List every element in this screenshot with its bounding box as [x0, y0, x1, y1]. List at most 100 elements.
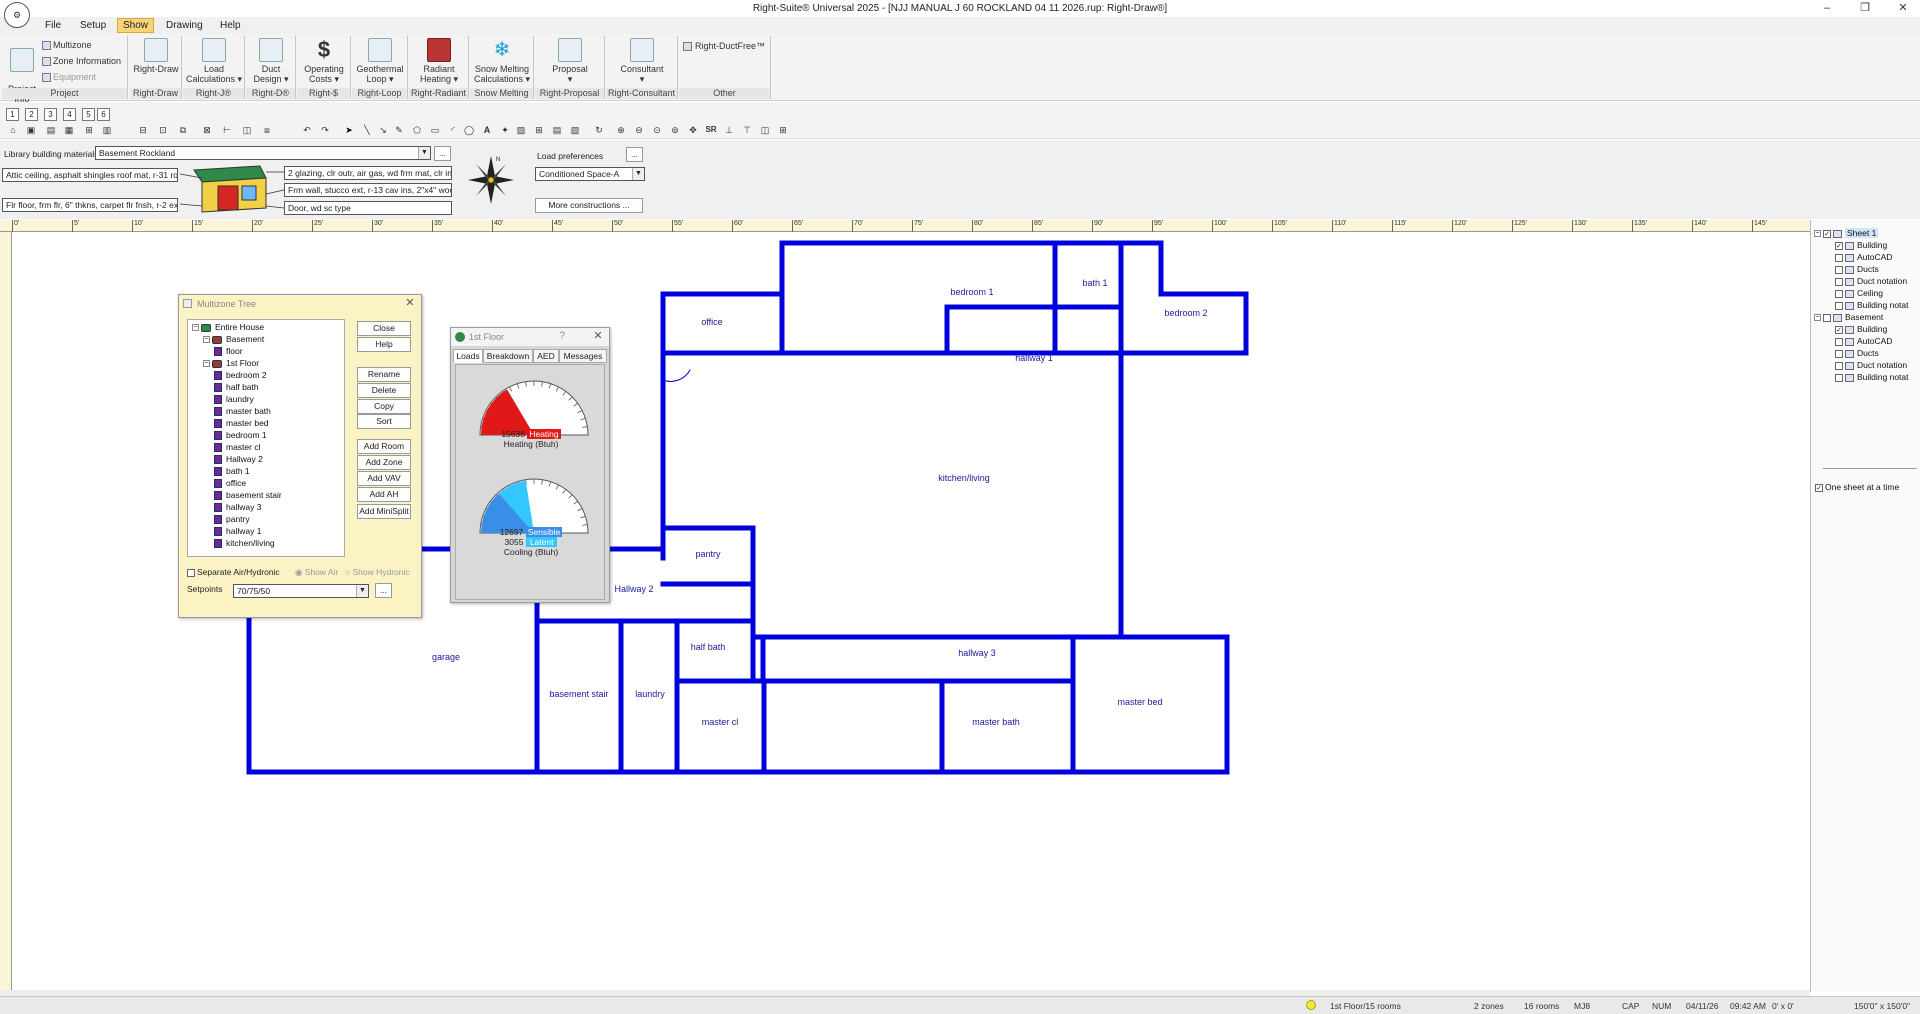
multizone-tree[interactable]: − Entire House − Basement floor −1st Floor bed… [187, 319, 345, 557]
floor-tool-icon[interactable]: ▦ [62, 124, 76, 137]
operating-costs-button[interactable]: $ Operating Costs ▾ [297, 36, 351, 85]
room-label[interactable]: half bath [691, 642, 726, 652]
room-label[interactable]: hallway 1 [1015, 353, 1053, 363]
checkbox-icon[interactable] [1823, 313, 1831, 322]
setpoints-more-button[interactable]: ... [375, 583, 392, 598]
checkbox-icon[interactable] [1835, 253, 1843, 262]
menu-show[interactable]: Show [117, 18, 155, 33]
multizone-tree-item[interactable]: kitchen/living [214, 538, 275, 549]
separate-air-hydronic-checkbox[interactable]: Separate Air/Hydronic [187, 567, 280, 577]
pan-tool-icon[interactable]: ✥ [686, 124, 700, 137]
checkbox-icon[interactable] [1835, 361, 1843, 370]
close-button[interactable]: Close [357, 321, 411, 336]
pointer-tool-icon[interactable]: ➤ [342, 124, 356, 137]
refresh-icon[interactable]: ↻ [592, 124, 606, 137]
ceiling-construction-field[interactable]: Attic ceiling, asphalt shingles roof mat… [2, 168, 178, 182]
collapse-icon[interactable]: − [192, 324, 199, 332]
radiant-heating-button[interactable]: Radiant Heating ▾ [409, 36, 469, 84]
layer-tree-item[interactable]: Ceiling [1835, 288, 1883, 298]
sheet-tab-1[interactable]: 1 [6, 108, 19, 121]
multizone-tree-item[interactable]: − 1st Floor [203, 358, 259, 368]
copy-tool-icon[interactable]: ⧈ [260, 124, 274, 137]
show-air-radio[interactable]: ◉ Show Air [295, 567, 338, 578]
multizone-tree-item[interactable]: half bath [214, 382, 259, 393]
checkbox-icon[interactable] [1835, 301, 1843, 310]
add-zone-button[interactable]: Add Zone [357, 455, 411, 470]
layer-tree-item[interactable]: − Basement [1814, 312, 1883, 322]
checkbox-icon[interactable] [1835, 265, 1843, 274]
layer-tree-item[interactable]: − ✓ Sheet 1 [1814, 228, 1879, 238]
collapse-icon[interactable]: − [203, 360, 210, 368]
tab-aed[interactable]: AED [533, 349, 559, 363]
zoom-extents-icon[interactable]: ⊚ [668, 124, 682, 137]
door-construction-field[interactable]: Door, wd sc type [284, 201, 452, 215]
window-tool-icon[interactable]: ⊞ [82, 124, 96, 137]
tab-breakdown[interactable]: Breakdown [483, 349, 533, 363]
menu-help[interactable]: Help [215, 19, 246, 32]
collapse-icon[interactable]: − [203, 336, 210, 344]
house-illustration-icon[interactable] [180, 164, 284, 216]
sort-button[interactable]: Sort [357, 414, 411, 429]
equipment-button[interactable]: Equipment [42, 72, 96, 83]
layer-tree-item[interactable]: Building notat [1835, 300, 1909, 310]
layer-tree-item[interactable]: Ducts [1835, 264, 1879, 274]
multizone-button[interactable]: Multizone [42, 40, 92, 51]
checkbox-icon[interactable]: ✓ [1835, 241, 1843, 250]
layer-tree-item[interactable]: Duct notation [1835, 276, 1907, 286]
report-tool-icon[interactable]: ▤ [550, 124, 564, 137]
menu-drawing[interactable]: Drawing [161, 19, 208, 32]
checkbox-icon[interactable]: ✓ [1835, 325, 1843, 334]
room-label[interactable]: Hallway 2 [614, 584, 653, 594]
multizone-tree-item[interactable]: laundry [214, 394, 254, 405]
tab-loads[interactable]: Loads [453, 349, 483, 363]
zoom-window-icon[interactable]: ⊙ [650, 124, 664, 137]
door-swing[interactable] [662, 369, 691, 382]
measure-tool-icon[interactable]: ⊢ [220, 124, 234, 137]
layer-tree-item[interactable]: AutoCAD [1835, 336, 1892, 346]
layer-tree-item[interactable]: ✓ Building [1835, 240, 1887, 250]
checkbox-icon[interactable] [1835, 277, 1843, 286]
delete-button[interactable]: Delete [357, 383, 411, 398]
duct-design-button[interactable]: Duct Design ▾ [246, 36, 296, 84]
circle-tool-icon[interactable]: ◯ [462, 124, 476, 137]
menu-file[interactable]: File [40, 19, 66, 32]
multizone-tree-item[interactable]: basement stair [214, 490, 282, 501]
proposal-button[interactable]: Proposal ▾ [535, 36, 605, 84]
sheet-tab-5[interactable]: 5 [82, 108, 95, 121]
compass-icon[interactable]: N [466, 154, 516, 206]
room-label[interactable]: master bed [1117, 697, 1162, 707]
tile-view-icon[interactable]: ⊞ [776, 124, 790, 137]
wall-tool-icon[interactable]: ▤ [44, 124, 58, 137]
show-hydronic-radio[interactable]: ○ Show Hydronic [345, 567, 410, 577]
menu-setup[interactable]: Setup [75, 19, 111, 32]
room-label[interactable]: garage [432, 652, 460, 662]
floor-help-button[interactable]: ? [555, 330, 569, 344]
line-tool-icon[interactable]: ╲ [360, 124, 374, 137]
multizone-tree-item[interactable]: master cl [214, 442, 260, 453]
multizone-tree-item[interactable]: − Basement [203, 334, 264, 344]
zoom-in-icon[interactable]: ⊕ [614, 124, 628, 137]
room-label[interactable]: master bath [972, 717, 1020, 727]
checkbox-icon[interactable] [1835, 373, 1843, 382]
house-tool-icon[interactable]: ⌂ [6, 124, 20, 137]
snow-melting-button[interactable]: ❄ Snow Melting Calculations ▾ [470, 36, 534, 84]
group-tool-icon[interactable]: ⧉ [176, 124, 190, 137]
add-vav-button[interactable]: Add VAV [357, 471, 411, 486]
sheet-tab-6[interactable]: 6 [97, 108, 110, 121]
distribute-tool-icon[interactable]: ⊡ [156, 124, 170, 137]
floor-close-icon[interactable]: ✕ [591, 330, 605, 344]
north-tool-icon[interactable]: ✦ [498, 124, 512, 137]
checkbox-icon[interactable] [1835, 289, 1843, 298]
minimize-button[interactable]: – [1812, 1, 1842, 16]
multizone-tree-item[interactable]: − Entire House [192, 322, 264, 332]
text-tool-icon[interactable]: A [480, 124, 494, 137]
room-label[interactable]: office [701, 317, 722, 327]
room-label[interactable]: bath 1 [1082, 278, 1107, 288]
undo-icon[interactable]: ↶ [300, 124, 314, 137]
room-label[interactable]: bedroom 2 [1164, 308, 1207, 318]
restore-button[interactable]: ❐ [1850, 1, 1880, 16]
multizone-tree-item[interactable]: bedroom 2 [214, 370, 267, 381]
image-tool-icon[interactable]: ▨ [514, 124, 528, 137]
wall-construction-field[interactable]: Frm wall, stucco ext, r-13 cav ins, 2"x4… [284, 183, 452, 197]
building-tool-icon[interactable]: ▣ [24, 124, 38, 137]
